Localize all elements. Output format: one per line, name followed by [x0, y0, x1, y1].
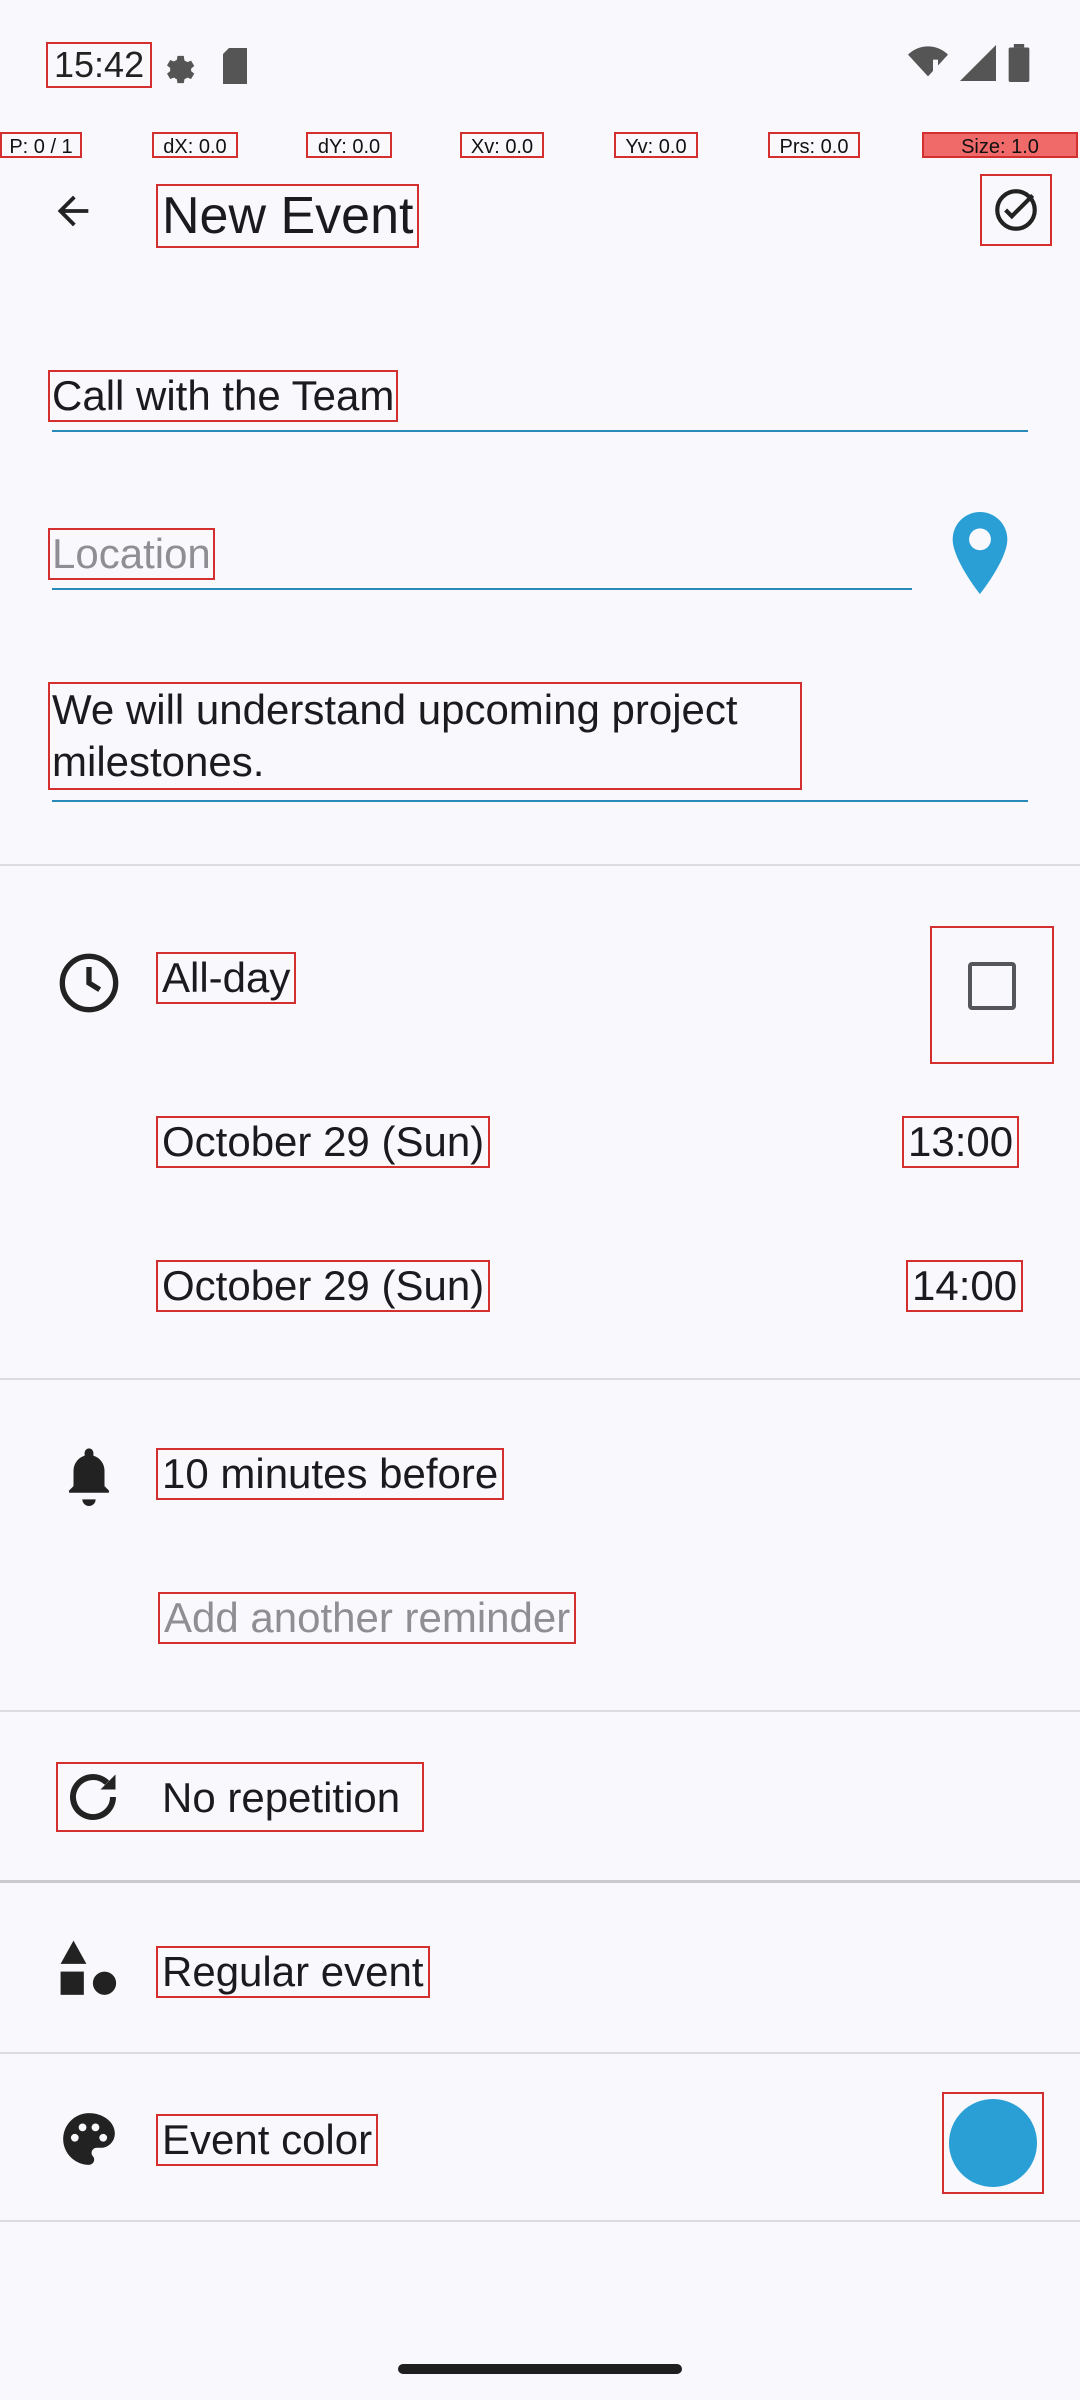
debug-xv: Xv: 0.0 [460, 132, 544, 158]
end-date[interactable]: October 29 (Sun) [155, 1260, 491, 1312]
location-underline [52, 588, 912, 590]
checkbox-square [968, 962, 1016, 1010]
repetition-label: No repetition [162, 1774, 401, 1821]
sd-card-icon [220, 48, 250, 89]
color-dot [949, 2099, 1037, 2187]
divider [0, 2220, 1080, 2222]
add-reminder-input[interactable]: Add another reminder [157, 1592, 577, 1644]
clock-icon [54, 948, 124, 1018]
all-day-checkbox[interactable] [930, 926, 1054, 1064]
signal-icon [960, 45, 996, 81]
debug-size: Size: 1.0 [922, 132, 1078, 158]
event-color-label: Event color [155, 2114, 379, 2166]
check-circle-icon[interactable] [980, 174, 1052, 246]
description-underline [52, 800, 1028, 802]
repeat-icon [58, 1762, 128, 1832]
debug-dy: dY: 0.0 [306, 132, 392, 158]
page-title: New Event [155, 184, 420, 248]
all-day-label: All-day [155, 952, 297, 1004]
divider [0, 1378, 1080, 1380]
description-input[interactable]: We will understand upcoming project mile… [48, 682, 802, 790]
debug-prs: Prs: 0.0 [768, 132, 860, 158]
battery-icon [1008, 44, 1030, 82]
divider [0, 1710, 1080, 1712]
divider [0, 1880, 1080, 1883]
event-title-input[interactable]: Call with the Team [47, 370, 399, 422]
divider [0, 2052, 1080, 2054]
divider [0, 864, 1080, 866]
event-type-label[interactable]: Regular event [156, 1946, 430, 1998]
status-icons [908, 44, 1030, 82]
gesture-handle[interactable] [398, 2364, 682, 2374]
status-time: 15:42 [45, 42, 153, 88]
debug-yv: Yv: 0.0 [614, 132, 698, 158]
bell-icon [54, 1440, 124, 1510]
reminder-first[interactable]: 10 minutes before [155, 1448, 505, 1500]
wifi-icon [908, 46, 948, 77]
location-input[interactable]: Location [48, 528, 215, 580]
start-date[interactable]: October 29 (Sun) [155, 1116, 491, 1168]
settings-icon [158, 48, 196, 91]
debug-pointer: P: 0 / 1 [0, 132, 82, 158]
location-pin-icon[interactable] [946, 512, 1014, 599]
end-time[interactable]: 14:00 [905, 1260, 1024, 1312]
shapes-icon [54, 1934, 124, 2004]
event-title-underline [52, 430, 1028, 432]
debug-dx: dX: 0.0 [152, 132, 238, 158]
arrow-back-icon[interactable] [38, 176, 108, 246]
start-time[interactable]: 13:00 [901, 1116, 1020, 1168]
event-color-swatch[interactable] [942, 2092, 1044, 2194]
palette-icon [54, 2104, 124, 2174]
